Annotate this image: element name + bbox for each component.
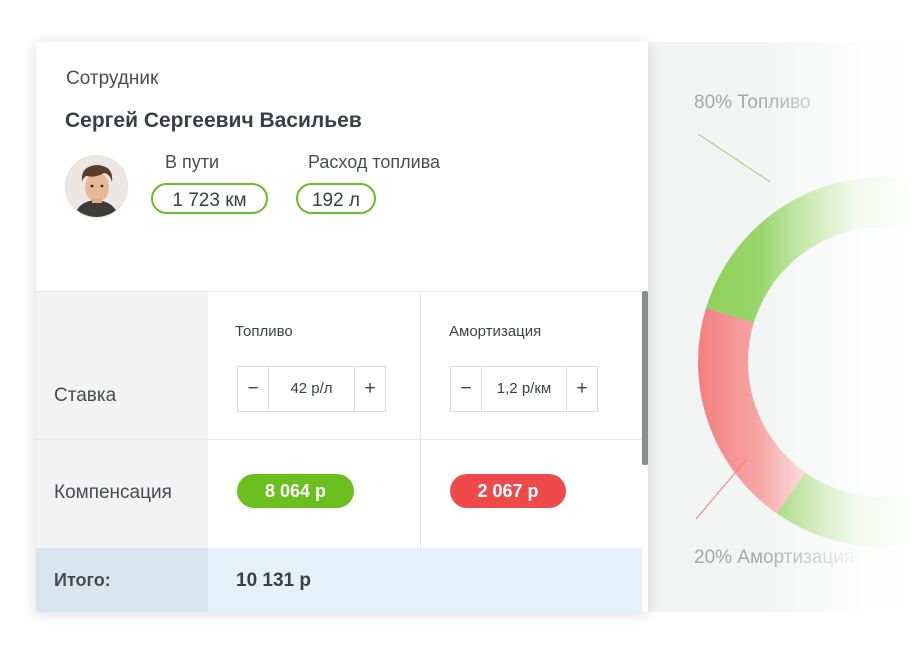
fuel-share-label: 80% Топливо: [694, 92, 811, 113]
rate-label: Ставка: [54, 385, 117, 406]
amortization-rate-input[interactable]: 1,2 р/км: [481, 367, 567, 411]
fuel-consumption-label: Расход топлива: [308, 152, 441, 172]
amortization-rate-decrement-button[interactable]: −: [451, 367, 481, 411]
distance-value: 1 723 км: [151, 183, 268, 214]
fuel-compensation-badge: 8 064 р: [237, 474, 354, 508]
fuel-rate-input[interactable]: 42 р/л: [268, 367, 355, 411]
fuel-leader-line: [697, 133, 771, 183]
employee-section-label: Сотрудник: [66, 68, 159, 89]
amortization-rate-increment-button[interactable]: +: [567, 367, 597, 411]
fuel-rate-decrement-button[interactable]: −: [238, 367, 268, 411]
employee-name: Сергей Сергеевич Васильев: [65, 109, 362, 132]
amortization-compensation-badge: 2 067 р: [450, 474, 566, 508]
row-divider: [36, 439, 642, 440]
total-row: Итого: 10 131 р: [36, 548, 642, 612]
amortization-leader-line: [695, 459, 747, 520]
fuel-rate-increment-button[interactable]: +: [355, 367, 385, 411]
scrollbar[interactable]: [642, 291, 648, 465]
donut-chart: 80% Топливо 20% Амортизация: [648, 42, 919, 612]
avatar: [65, 155, 128, 218]
column-divider: [420, 292, 421, 548]
compensation-table: Ставка Компенсация Топливо Амортизация −…: [36, 291, 642, 612]
amortization-slice: [698, 307, 806, 514]
total-value: 10 131 р: [236, 570, 311, 591]
amortization-rate-stepper: − 1,2 р/км +: [450, 366, 598, 412]
amortization-share-label: 20% Амортизация: [694, 547, 855, 568]
fuel-consumption-value: 192 л: [296, 183, 376, 214]
fuel-rate-stepper: − 42 р/л +: [237, 366, 386, 412]
compensation-card: Сотрудник Сергей Сергеевич Васильев В пу…: [36, 42, 648, 612]
amortization-column-header: Амортизация: [449, 323, 542, 340]
fuel-column-header: Топливо: [235, 323, 293, 340]
distance-label: В пути: [165, 152, 220, 172]
total-label: Итого:: [54, 570, 111, 590]
compensation-label: Компенсация: [54, 482, 172, 503]
